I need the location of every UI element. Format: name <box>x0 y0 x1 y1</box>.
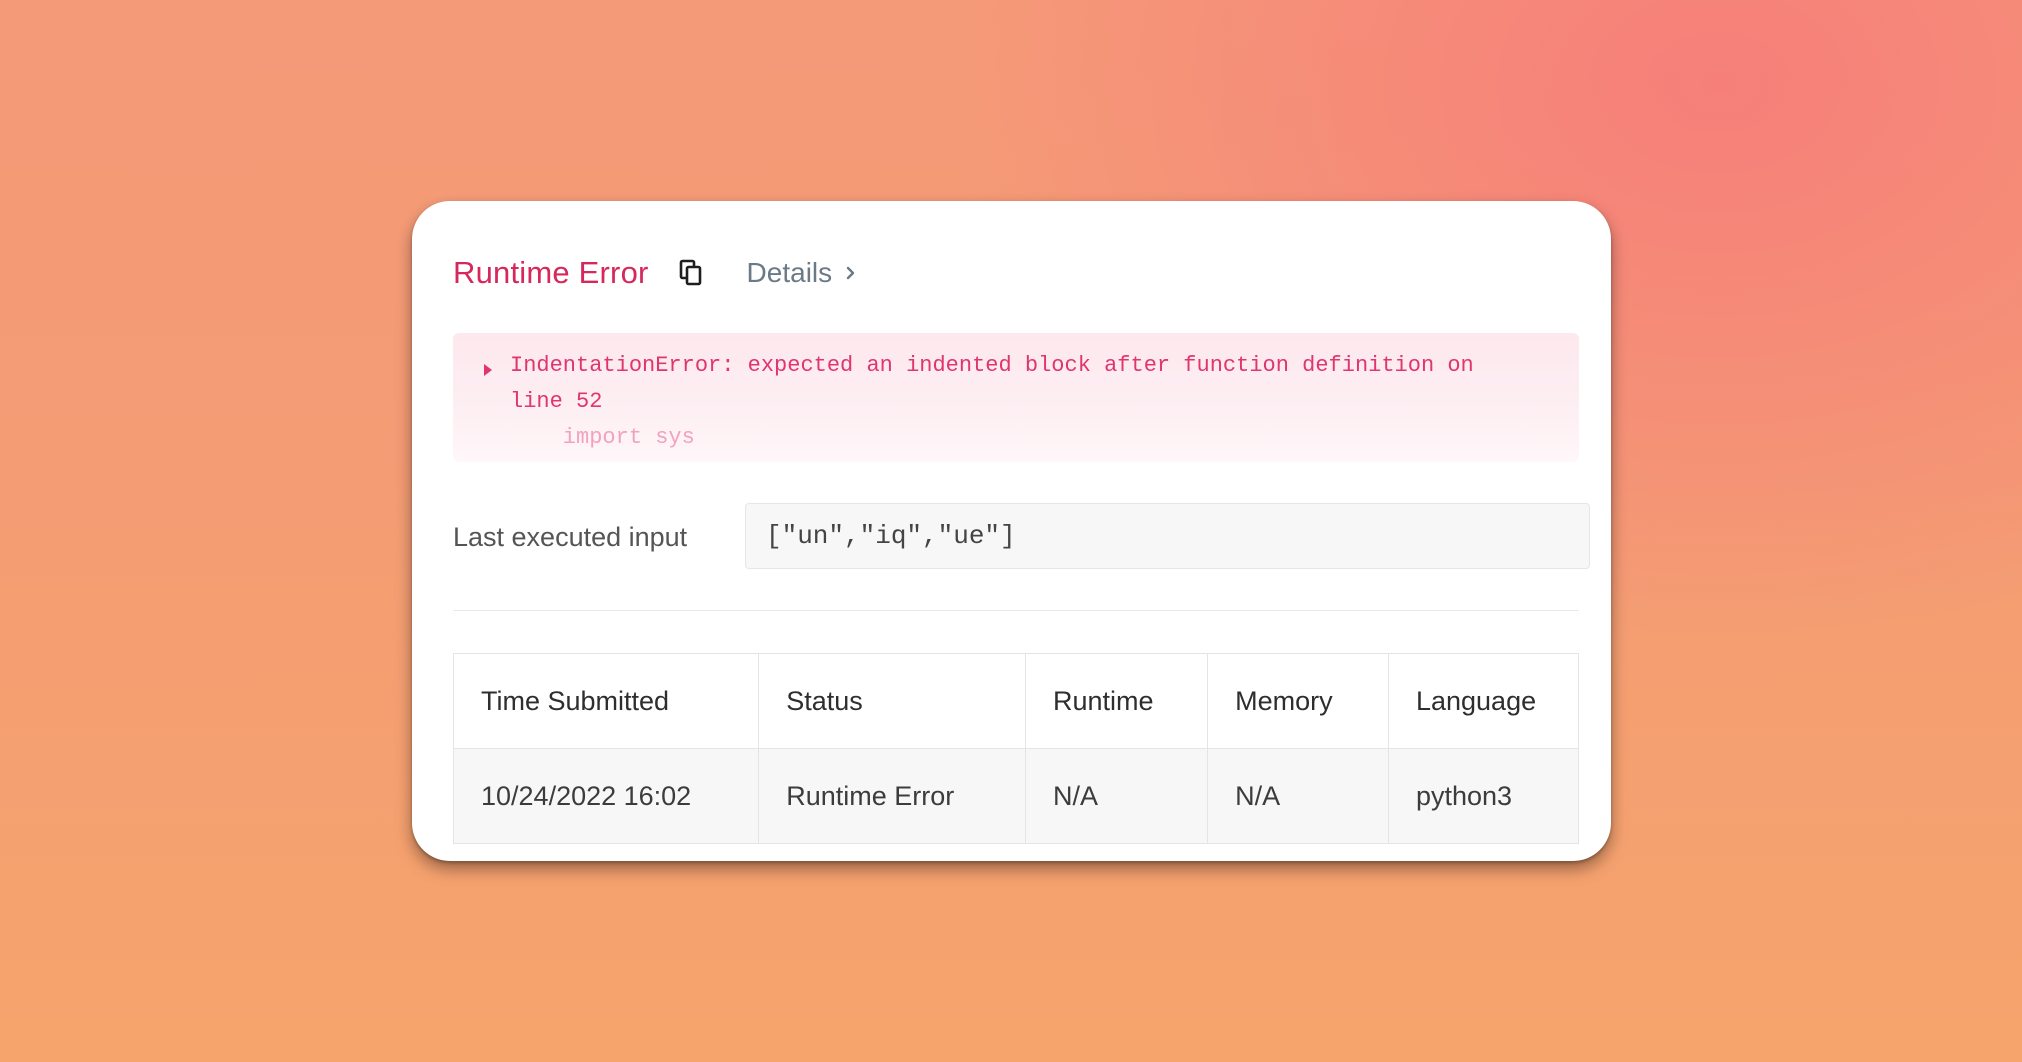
details-link[interactable]: Details <box>747 257 861 289</box>
error-text-line: IndentationError: expected an indented b… <box>510 353 1474 378</box>
last-executed-input-value: ["un","iq","ue"] <box>745 503 1590 569</box>
cell-time-submitted: 10/24/2022 16:02 <box>452 748 760 844</box>
cell-memory: N/A <box>1207 748 1389 844</box>
column-header-runtime: Runtime <box>1025 653 1209 749</box>
column-header-status: Status <box>758 653 1027 749</box>
last-executed-input-label: Last executed input <box>453 521 688 552</box>
error-text-line: line 52 <box>510 389 603 414</box>
column-header-time-submitted: Time Submitted <box>452 653 760 749</box>
copy-icon[interactable] <box>677 259 705 287</box>
last-executed-input-row: Last executed input ["un","iq","ue"] <box>453 503 1590 571</box>
table-header-row: Time Submitted Status Runtime Memory Lan… <box>452 653 1580 749</box>
error-text-line: import sys <box>510 425 695 450</box>
table-row: 10/24/2022 16:02 Runtime Error N/A N/A p… <box>452 748 1580 844</box>
column-header-memory: Memory <box>1207 653 1389 749</box>
result-title: Runtime Error <box>453 255 649 290</box>
error-message-box: IndentationError: expected an indented b… <box>453 333 1579 462</box>
submission-table: Time Submitted Status Runtime Memory Lan… <box>452 653 1580 844</box>
chevron-right-icon <box>846 263 860 283</box>
cell-status[interactable]: Runtime Error <box>758 748 1027 844</box>
divider <box>453 610 1579 611</box>
result-header: Runtime Error Details <box>453 249 860 297</box>
column-header-language: Language <box>1387 653 1580 749</box>
cell-runtime: N/A <box>1025 748 1209 844</box>
details-label: Details <box>746 257 833 288</box>
runtime-error-card: Runtime Error Details IndentationError: … <box>412 201 1611 861</box>
cell-language: python3 <box>1387 748 1580 844</box>
caret-right-icon[interactable] <box>483 359 493 376</box>
